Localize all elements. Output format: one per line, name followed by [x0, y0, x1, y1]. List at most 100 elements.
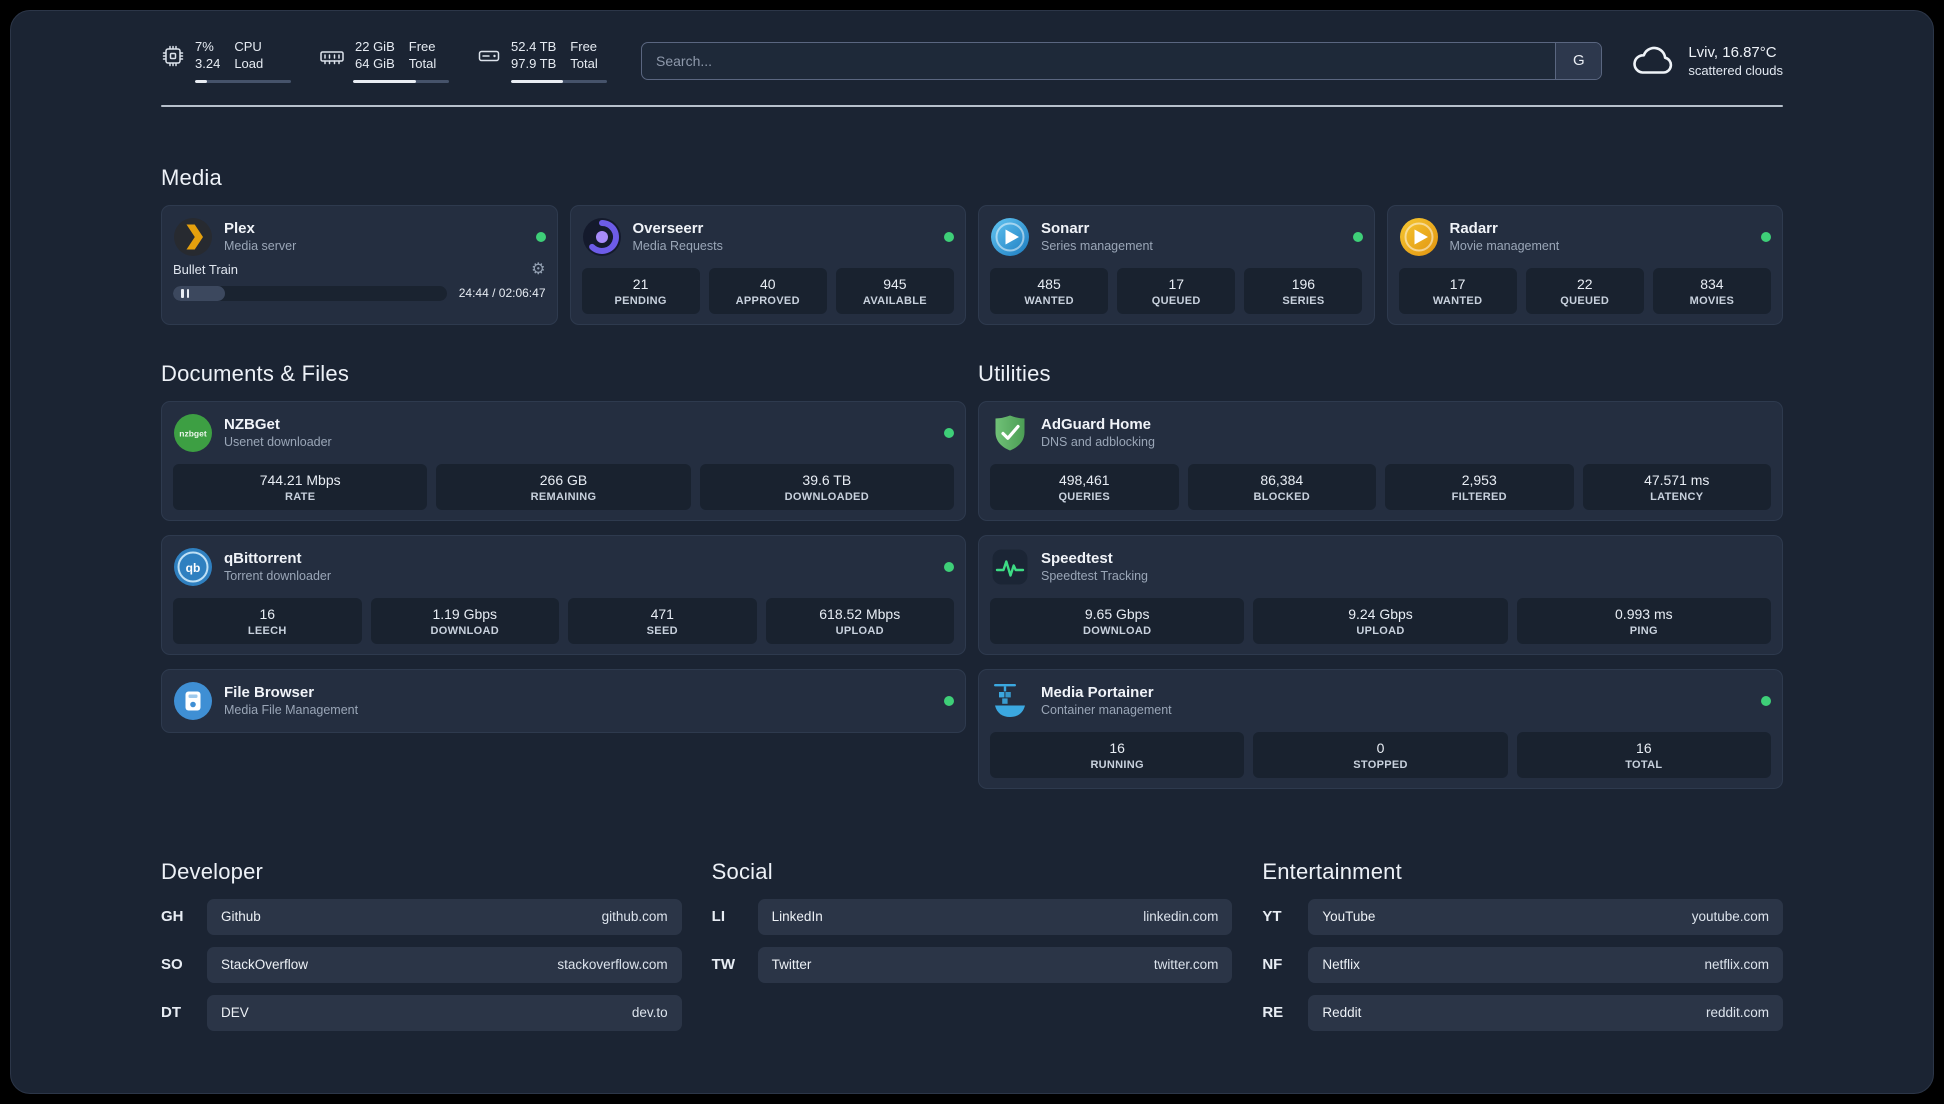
stat-label: LATENCY: [1650, 490, 1704, 503]
online-status-dot: [1761, 695, 1771, 706]
group-title-developer: Developer: [161, 858, 264, 884]
online-status-dot: [1352, 231, 1363, 242]
bookmark-link-linkedin[interactable]: LinkedIn linkedin.com: [757, 898, 1233, 935]
stat-value: 16: [1109, 739, 1125, 756]
search-engine-button[interactable]: G: [1555, 42, 1602, 79]
service-name: Media Portainer: [1041, 684, 1154, 702]
stat-value: 945: [883, 275, 907, 292]
service-card-speedtest[interactable]: Speedtest Speedtest Tracking 9.65 Gbps DOWN…: [978, 534, 1783, 655]
stat-value: 1.19 Gbps: [432, 605, 498, 622]
weather-widget[interactable]: Lviv, 16.87°C scattered clouds: [1630, 44, 1783, 78]
stat-value: 0: [1376, 739, 1385, 756]
qbittorrent-icon: qb: [173, 547, 213, 587]
documents-card-stack: nzbget NZBGet Usenet downloader 744.21 Mbps…: [161, 400, 966, 733]
bookmark-link-twitter[interactable]: Twitter twitter.com: [757, 946, 1233, 983]
bookmark-row-reddit: RE Reddit reddit.com: [1262, 994, 1783, 1031]
stat-value: 16: [259, 605, 276, 622]
overseerr-icon: [582, 217, 622, 257]
stat-pending: 21 PENDING: [581, 267, 700, 314]
service-description: Media File Management: [224, 703, 359, 718]
service-description: DNS and adblocking: [1041, 435, 1155, 450]
service-description: Speedtest Tracking: [1041, 569, 1149, 584]
bookmark-row-youtube: YT YouTube youtube.com: [1262, 898, 1783, 935]
bookmark-url: github.com: [601, 909, 668, 925]
storage-progress-bar: [511, 79, 607, 83]
stat-label: DOWNLOADED: [784, 490, 869, 503]
svg-text:nzbget: nzbget: [179, 428, 207, 438]
service-name: Radarr: [1449, 220, 1498, 238]
service-card-plex[interactable]: Plex Media server Bullet Train ⚙ 24:44 / 02:…: [161, 204, 558, 325]
stat-remaining: 266 GB REMAINING: [436, 463, 691, 510]
stat-value: 485: [1037, 275, 1061, 292]
bookmark-url: reddit.com: [1705, 1005, 1769, 1021]
service-card-file-browser[interactable]: File Browser Media File Management: [161, 668, 966, 733]
service-card-overseerr[interactable]: Overseerr Media Requests 21 PENDING 40 APPROV…: [569, 204, 966, 325]
stat-download: 1.19 Gbps DOWNLOAD: [370, 597, 559, 644]
service-description: Container management: [1041, 703, 1172, 718]
bookmark-row-twitter: TW Twitter twitter.com: [712, 946, 1233, 983]
stat-value: 21: [632, 275, 649, 292]
service-card-adguard-home[interactable]: AdGuard Home DNS and adblocking 498,461 QUE…: [978, 400, 1783, 521]
stat-label: MOVIES: [1689, 294, 1735, 307]
stat-downloaded: 39.6 TB DOWNLOADED: [699, 463, 954, 510]
service-card-qbittorrent[interactable]: qb qBittorrent Torrent downloader 16 LEECH 1.…: [161, 534, 966, 655]
playback-progress-bar[interactable]: [173, 285, 447, 301]
online-status-dot: [944, 695, 954, 706]
stat-value: 22: [1576, 275, 1593, 292]
stat-value: 17: [1449, 275, 1466, 292]
bookmark-link-github[interactable]: Github github.com: [207, 898, 682, 935]
stat-label: WANTED: [1432, 294, 1483, 307]
storage-total-value: 97.9 TB: [511, 55, 557, 71]
stat-label: FILTERED: [1451, 490, 1507, 503]
stat-value: 744.21 Mbps: [259, 471, 341, 488]
service-description: Series management: [1041, 239, 1153, 254]
stat-running: 16 RUNNING: [990, 731, 1245, 778]
bookmark-name: DEV: [221, 1005, 249, 1021]
bookmark-group-developer: Developer GH Github github.com SO StackOverfl…: [161, 859, 682, 1031]
service-name: Speedtest: [1041, 550, 1113, 568]
memory-total-label: Total: [408, 55, 437, 71]
service-card-radarr[interactable]: Radarr Movie management 17 WANTED 22 QUEUED 83…: [1386, 204, 1783, 325]
bookmark-sections: Developer GH Github github.com SO StackOverfl…: [161, 859, 1783, 1031]
stat-value: 16: [1636, 739, 1652, 756]
group-title-entertainment: Entertainment: [1262, 858, 1402, 884]
bookmark-link-youtube[interactable]: YouTube youtube.com: [1308, 898, 1783, 935]
stat-queries: 498,461 QUERIES: [990, 463, 1179, 510]
service-description: Torrent downloader: [224, 569, 332, 584]
cpu-load-label: Load: [234, 55, 264, 71]
bookmark-link-dev[interactable]: DEV dev.to: [207, 994, 682, 1031]
middle-sections: Documents & Files nzbget NZBGet Usenet dow…: [161, 361, 1783, 789]
bookmark-url: dev.to: [631, 1005, 668, 1021]
service-card-nzbget[interactable]: nzbget NZBGet Usenet downloader 744.21 Mbps…: [161, 400, 966, 521]
stat-latency: 47.571 ms LATENCY: [1582, 463, 1771, 510]
stat-label: DOWNLOAD: [1082, 624, 1152, 637]
stat-label: PING: [1629, 624, 1658, 637]
search-input[interactable]: [642, 42, 1556, 79]
bookmark-link-netflix[interactable]: Netflix netflix.com: [1308, 946, 1783, 983]
stat-queued: 22 QUEUED: [1525, 267, 1644, 314]
stat-label: RUNNING: [1090, 758, 1144, 771]
stat-stopped: 0 STOPPED: [1253, 731, 1508, 778]
storage-free-value: 52.4 TB: [511, 39, 557, 54]
cpu-icon: [161, 44, 185, 68]
stat-value: 0.993 ms: [1615, 605, 1673, 622]
stat-value: 9.65 Gbps: [1084, 605, 1150, 622]
pause-icon[interactable]: [181, 288, 189, 298]
stat-label: PENDING: [614, 294, 667, 307]
stat-label: RATE: [285, 490, 316, 503]
bookmark-link-stackoverflow[interactable]: StackOverflow stackoverflow.com: [207, 946, 682, 983]
bookmark-row-stackoverflow: SO StackOverflow stackoverflow.com: [161, 946, 682, 983]
search-bar[interactable]: G: [641, 41, 1603, 80]
stat-label: QUERIES: [1058, 490, 1111, 503]
bookmark-link-reddit[interactable]: Reddit reddit.com: [1308, 994, 1783, 1031]
bookmark-name: Reddit: [1322, 1005, 1362, 1021]
service-card-sonarr[interactable]: Sonarr Series management 485 WANTED 17 QUEUED…: [978, 204, 1375, 325]
weather-condition: scattered clouds: [1688, 62, 1783, 78]
weather-location: Lviv, 16.87°C: [1688, 43, 1777, 61]
nzbget-icon: nzbget: [173, 413, 213, 453]
group-title-utilities: Utilities: [978, 360, 1051, 386]
stat-label: LEECH: [247, 624, 287, 637]
stat-approved: 40 APPROVED: [708, 267, 827, 314]
service-card-media-portainer[interactable]: Media Portainer Container management 16 RUN…: [978, 668, 1783, 789]
gear-icon[interactable]: ⚙: [531, 261, 545, 278]
